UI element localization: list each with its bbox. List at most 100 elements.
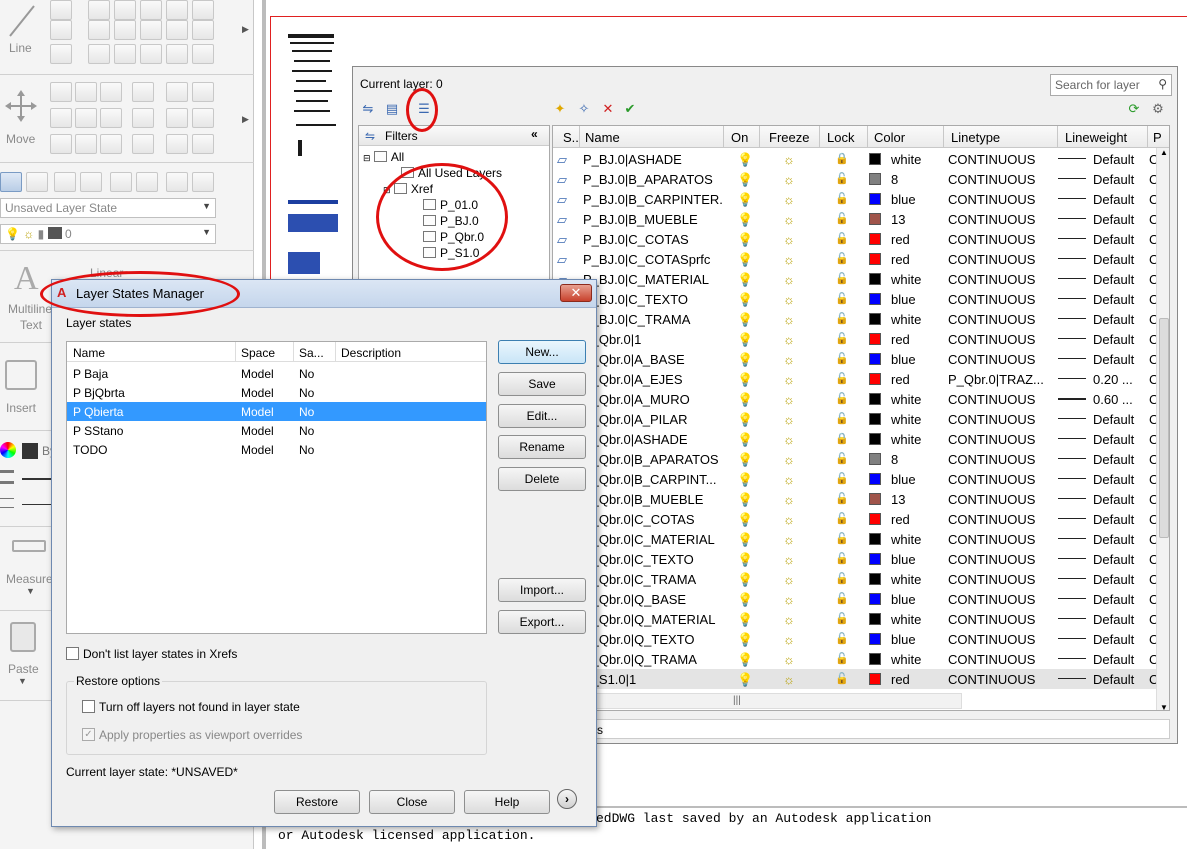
bulb-on-icon[interactable]: 💡	[737, 612, 753, 628]
lock-open-icon[interactable]: 🔓	[835, 172, 849, 185]
table-row[interactable]: ▱P_Qbr.0|C_TRAMA💡☼🔓whiteCONTINUOUSDefaul…	[553, 569, 1158, 589]
bulb-on-icon[interactable]: 💡	[737, 172, 753, 188]
donut-icon[interactable]	[166, 20, 188, 40]
layer-name[interactable]: P_BJ.0|C_MATERIAL	[583, 272, 723, 287]
col-on[interactable]: On	[731, 130, 748, 145]
table-row[interactable]: ▱P_Qbr.0|Q_TRAMA💡☼🔓whiteCONTINUOUSDefaul…	[553, 649, 1158, 669]
lock-open-icon[interactable]: 🔓	[835, 412, 849, 425]
table-row[interactable]: ▱ P_BJ.0|B_MUEBLE 💡 ☼ 🔓 13 CONTINUOUS Default C	[553, 209, 1158, 229]
table-row[interactable]: ▱P_Qbr.0|B_MUEBLE💡☼🔓13CONTINUOUSDefaultC	[553, 489, 1158, 509]
layer-linetype[interactable]: CONTINUOUS	[948, 672, 1056, 687]
table-row[interactable]: ▱P_Qbr.0|Q_MATERIAL💡☼🔓whiteCONTINUOUSDef…	[553, 609, 1158, 629]
refresh-icon[interactable]: ⟳	[1125, 101, 1143, 117]
delete-state-button[interactable]: Delete	[498, 467, 586, 491]
bulb-on-icon[interactable]: 💡	[737, 552, 753, 568]
col-state-name[interactable]: Name	[73, 346, 105, 360]
layer-name[interactable]: P_BJ.0|B_APARATOS	[583, 172, 723, 187]
table-row[interactable]: ▱ P_BJ.0|B_CARPINTER... 💡 ☼ 🔓 blue CONTINUOUS D…	[553, 189, 1158, 209]
join-icon[interactable]	[75, 134, 97, 154]
lock-open-icon[interactable]: 🔓	[835, 472, 849, 485]
col-lock[interactable]: Lock	[827, 130, 854, 145]
layer-linetype[interactable]: CONTINUOUS	[948, 192, 1056, 207]
spline-icon[interactable]	[166, 0, 188, 20]
sun-icon[interactable]: ☼	[783, 152, 795, 167]
measure-icon[interactable]	[12, 540, 46, 552]
layer-name[interactable]: P_BJ.0|ASHADE	[583, 152, 723, 167]
col-name[interactable]: Name	[585, 130, 620, 145]
layer-lineweight[interactable]: 0.60 ...	[1093, 392, 1149, 407]
stretch-icon[interactable]	[132, 108, 154, 128]
layer-name[interactable]: P_Qbr.0|Q_BASE	[583, 592, 723, 607]
lock-open-icon[interactable]: 🔓	[835, 632, 849, 645]
new-state-button[interactable]: New...	[498, 340, 586, 364]
layer-name[interactable]: P_BJ.0|C_COTASprfc	[583, 252, 723, 267]
layer-color[interactable]: white	[891, 152, 921, 167]
color-swatch[interactable]	[869, 293, 881, 305]
table-icon[interactable]	[140, 44, 162, 64]
scroll-down-icon[interactable]: ▼	[1160, 703, 1168, 710]
lock-open-icon[interactable]: 🔓	[835, 552, 849, 565]
lock-open-icon[interactable]: 🔓	[835, 212, 849, 225]
layer-linetype[interactable]: CONTINUOUS	[948, 212, 1056, 227]
layer-name[interactable]: P_Qbr.0|C_MATERIAL	[583, 532, 723, 547]
bulb-on-icon[interactable]: 💡	[737, 632, 753, 648]
layer-linetype[interactable]: CONTINUOUS	[948, 652, 1056, 667]
layer-lineweight[interactable]: Default	[1093, 552, 1149, 567]
layer-linetype[interactable]: CONTINUOUS	[948, 292, 1056, 307]
layer-name[interactable]: P_Qbr.0|C_COTAS	[583, 512, 723, 527]
polygon-icon[interactable]	[140, 0, 162, 20]
color-swatch[interactable]	[869, 393, 881, 405]
lineweight-icon[interactable]	[0, 470, 14, 484]
layer-off-icon[interactable]	[192, 172, 214, 192]
layer-lineweight[interactable]: Default	[1093, 312, 1149, 327]
bulb-on-icon[interactable]: 💡	[737, 352, 753, 368]
table-row[interactable]: ▱ P_BJ.0|B_APARATOS 💡 ☼ 🔓 8 CONTINUOUS Default C	[553, 169, 1158, 189]
bulb-on-icon[interactable]: 💡	[737, 572, 753, 588]
color-swatch[interactable]	[869, 233, 881, 245]
color-swatch[interactable]	[869, 373, 881, 385]
lock-open-icon[interactable]: 🔓	[835, 352, 849, 365]
hatch-icon[interactable]	[88, 44, 110, 64]
col-freeze[interactable]: Freeze	[769, 130, 809, 145]
horizontal-scrollbar[interactable]: |||	[552, 693, 962, 709]
layer-lineweight[interactable]: Default	[1093, 612, 1149, 627]
multiline-label[interactable]: Multiline	[8, 302, 52, 316]
layer-lineweight[interactable]: Default	[1093, 412, 1149, 427]
bulb-on-icon[interactable]: 💡	[737, 312, 753, 328]
multiline-text-icon[interactable]: A	[14, 260, 39, 298]
col-linetype[interactable]: Linetype	[951, 130, 1000, 145]
bulb-on-icon[interactable]: 💡	[737, 372, 753, 388]
sun-icon[interactable]: ☼	[783, 592, 795, 607]
save-state-button[interactable]: Save	[498, 372, 586, 396]
color-swatch[interactable]	[869, 493, 881, 505]
col-status[interactable]: S..	[563, 130, 579, 145]
table-row[interactable]: ▱P_BJ.0|C_MATERIAL💡☼🔓whiteCONTINUOUSDefa…	[553, 269, 1158, 289]
pedit-icon[interactable]	[166, 134, 188, 154]
table-row[interactable]: ▱P_Qbr.0|A_BASE💡☼🔓blueCONTINUOUSDefaultC	[553, 349, 1158, 369]
color-swatch[interactable]	[869, 213, 881, 225]
sun-icon[interactable]: ☼	[783, 372, 795, 387]
lock-open-icon[interactable]: 🔓	[835, 192, 849, 205]
modify-expand-icon[interactable]: ▶	[242, 114, 249, 125]
color-swatch[interactable]	[869, 453, 881, 465]
bulb-on-icon[interactable]: 💡	[737, 432, 753, 448]
layer-color[interactable]: 13	[891, 212, 905, 227]
layer-name[interactable]: P_Qbr.0|Q_TEXTO	[583, 632, 723, 647]
layer-color[interactable]: blue	[891, 192, 916, 207]
table-row[interactable]: ▱P_Qbr.0|ASHADE💡☼🔒whiteCONTINUOUSDefault…	[553, 429, 1158, 449]
table-row[interactable]: ▱P_Qbr.0|B_APARATOS💡☼🔓8CONTINUOUSDefault…	[553, 449, 1158, 469]
sun-icon[interactable]: ☼	[783, 292, 795, 307]
bulb-on-icon[interactable]: 💡	[737, 492, 753, 508]
color-swatch[interactable]	[869, 313, 881, 325]
col-color[interactable]: Color	[874, 130, 905, 145]
table-row[interactable]: ▱P_Qbr.0|C_TEXTO💡☼🔓blueCONTINUOUSDefault…	[553, 549, 1158, 569]
layer-color[interactable]: blue	[891, 632, 916, 647]
sun-icon[interactable]: ☼	[783, 212, 795, 227]
lock-open-icon[interactable]: 🔓	[835, 392, 849, 405]
layer-name[interactable]: P_BJ.0|C_TRAMA	[583, 312, 723, 327]
layer-name[interactable]: P_Qbr.0|B_CARPINT...	[583, 472, 723, 487]
layer-state-row[interactable]: P SStano Model No	[67, 421, 486, 440]
color-swatch[interactable]	[869, 353, 881, 365]
sun-icon[interactable]: ☼	[783, 612, 795, 627]
search-input[interactable]: Search for layer ⚲	[1050, 74, 1172, 96]
